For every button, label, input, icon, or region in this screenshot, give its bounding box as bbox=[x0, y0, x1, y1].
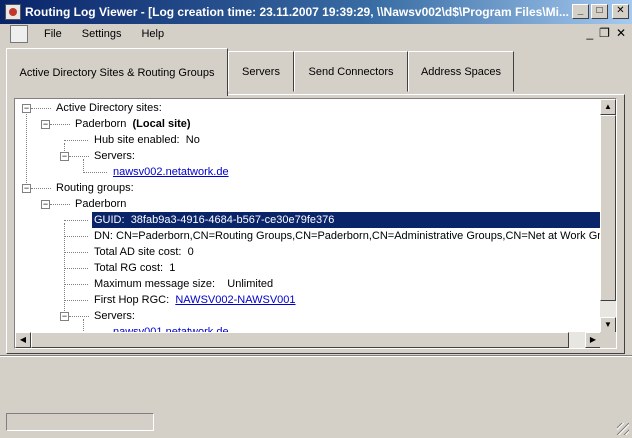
tree-node-guid[interactable]: GUID: 38fab9a3-4916-4684-b567-ce30e79fe3… bbox=[92, 212, 601, 228]
tree-node-hub-enabled[interactable]: Hub site enabled: No bbox=[94, 132, 200, 148]
vertical-scroll-thumb[interactable] bbox=[600, 115, 616, 301]
tree-node-rg[interactable]: Paderborn bbox=[75, 196, 126, 212]
hub-enabled-value: No bbox=[185, 134, 200, 146]
tree-node-dn[interactable]: DN: CN=Paderborn,CN=Routing Groups,CN=Pa… bbox=[94, 228, 601, 244]
vertical-scrollbar[interactable]: ▲ ▼ bbox=[600, 99, 616, 333]
scroll-up-icon[interactable]: ▲ bbox=[600, 99, 616, 115]
status-panel bbox=[6, 413, 154, 431]
collapse-site-icon[interactable]: − bbox=[41, 120, 50, 129]
tab-strip: Active Directory Sites & Routing Groups … bbox=[6, 48, 514, 96]
menu-settings[interactable]: Settings bbox=[72, 28, 132, 40]
app-icon bbox=[5, 4, 21, 20]
scroll-right-icon[interactable]: ▶ bbox=[585, 332, 601, 348]
menu-file[interactable]: File bbox=[34, 28, 72, 40]
horizontal-scrollbar[interactable]: ◀ ▶ bbox=[15, 332, 601, 348]
tree-node-first-hop[interactable]: First Hop RGC: NAWSV002-NAWSV001 bbox=[94, 292, 296, 308]
tree-node-site[interactable]: Paderborn (Local site) bbox=[75, 116, 191, 132]
maximize-button[interactable]: □ bbox=[591, 4, 608, 19]
rg-cost-value: 1 bbox=[169, 262, 176, 274]
close-icon: ✕ bbox=[616, 5, 625, 16]
close-button[interactable]: ✕ bbox=[612, 4, 629, 19]
max-msg-label: Maximum message size: bbox=[94, 278, 216, 290]
title-bar: Routing Log Viewer - [Log creation time:… bbox=[0, 0, 632, 24]
menu-help[interactable]: Help bbox=[131, 28, 174, 40]
guid-label: GUID: bbox=[94, 214, 125, 226]
tab-servers[interactable]: Servers bbox=[228, 51, 294, 92]
minimize-icon: _ bbox=[577, 5, 584, 16]
hub-enabled-label: Hub site enabled: bbox=[94, 134, 180, 146]
collapse-ad-sites-icon[interactable]: − bbox=[22, 104, 31, 113]
tree-node-max-msg[interactable]: Maximum message size: Unlimited bbox=[94, 276, 273, 292]
scroll-down-icon[interactable]: ▼ bbox=[600, 317, 616, 333]
ad-cost-value: 0 bbox=[187, 246, 194, 258]
tree-node-site-servers[interactable]: Servers: bbox=[94, 148, 135, 164]
tab-send-connectors[interactable]: Send Connectors bbox=[294, 51, 408, 92]
window-title: Routing Log Viewer - [Log creation time:… bbox=[25, 5, 569, 19]
collapse-rg-icon[interactable]: − bbox=[41, 200, 50, 209]
collapse-routing-groups-icon[interactable]: − bbox=[22, 184, 31, 193]
first-hop-link[interactable]: NAWSV002-NAWSV001 bbox=[175, 294, 295, 306]
status-bar bbox=[0, 406, 632, 438]
scroll-left-icon[interactable]: ◀ bbox=[15, 332, 31, 348]
site-server-link[interactable]: nawsv002.netatwork.de bbox=[113, 164, 229, 180]
guid-value: 38fab9a3-4916-4684-b567-ce30e79fe376 bbox=[130, 214, 335, 226]
ad-cost-label: Total AD site cost: bbox=[94, 246, 182, 258]
menu-bar: File Settings Help _ ❐ ✕ bbox=[0, 24, 632, 44]
minimize-button[interactable]: _ bbox=[572, 4, 589, 19]
child-minimize-icon[interactable]: _ bbox=[586, 26, 593, 40]
child-close-icon[interactable]: ✕ bbox=[616, 26, 626, 40]
collapse-site-servers-icon[interactable]: − bbox=[60, 152, 69, 161]
tree-node-routing-groups[interactable]: Routing groups: bbox=[56, 180, 134, 196]
tab-ad-sites-routing-groups[interactable]: Active Directory Sites & Routing Groups bbox=[6, 48, 228, 96]
routing-tree-view[interactable]: − − − − − − Active Directory sites: Pade… bbox=[14, 98, 617, 349]
first-hop-label: First Hop RGC: bbox=[94, 294, 170, 306]
collapse-rg-servers-icon[interactable]: − bbox=[60, 312, 69, 321]
tree-node-rg-servers[interactable]: Servers: bbox=[94, 308, 135, 324]
scrollbar-corner bbox=[600, 332, 616, 348]
child-restore-icon[interactable]: ❐ bbox=[599, 26, 610, 40]
rg-cost-label: Total RG cost: bbox=[94, 262, 164, 274]
max-msg-value: Unlimited bbox=[227, 278, 274, 290]
tab-address-spaces[interactable]: Address Spaces bbox=[408, 51, 514, 92]
site-name: Paderborn bbox=[75, 118, 127, 130]
horizontal-scroll-thumb[interactable] bbox=[31, 332, 569, 348]
local-site-label: (Local site) bbox=[132, 118, 191, 130]
tree-node-rg-cost[interactable]: Total RG cost: 1 bbox=[94, 260, 175, 276]
tree-node-ad-cost[interactable]: Total AD site cost: 0 bbox=[94, 244, 194, 260]
tree-node-ad-sites[interactable]: Active Directory sites: bbox=[56, 100, 162, 116]
divider bbox=[0, 355, 632, 357]
maximize-icon: □ bbox=[596, 5, 603, 16]
document-icon[interactable] bbox=[10, 25, 28, 43]
resize-grip-icon[interactable] bbox=[617, 423, 629, 435]
